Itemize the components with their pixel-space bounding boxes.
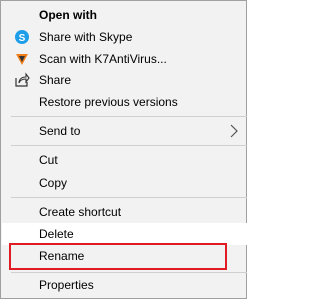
menu-item-cut[interactable]: Cut [2,149,247,171]
menu-separator [11,197,247,198]
context-menu: Open with S Share with Skype Scan with K… [0,0,247,299]
menu-item-create-shortcut[interactable]: Create shortcut [2,201,247,223]
menu-item-properties[interactable]: Properties [2,274,247,296]
menu-item-label: Share [39,73,72,87]
menu-item-label: Scan with K7AntiVirus... [39,52,167,66]
share-icon [14,72,30,88]
menu-item-restore-previous-versions[interactable]: Restore previous versions [2,91,247,113]
k7-antivirus-icon [14,51,30,67]
menu-item-delete[interactable]: Delete [2,223,247,245]
menu-item-label: Open with [39,8,97,22]
skype-icon: S [14,29,30,45]
svg-text:S: S [19,33,26,44]
menu-separator [11,116,247,117]
menu-item-share-with-skype[interactable]: S Share with Skype [2,26,247,48]
menu-separator [11,272,247,273]
menu-item-label: Delete [39,227,74,241]
menu-item-label: Share with Skype [39,30,133,44]
menu-item-label: Properties [39,278,94,292]
menu-separator [11,145,247,146]
menu-item-send-to[interactable]: Send to [2,120,247,142]
chevron-right-icon [229,124,239,138]
menu-item-share[interactable]: Share [2,69,247,91]
menu-item-label: Copy [39,176,68,190]
menu-item-scan-k7[interactable]: Scan with K7AntiVirus... [2,48,247,70]
menu-item-label: Create shortcut [39,205,122,219]
menu-item-copy[interactable]: Copy [2,172,247,194]
menu-item-label: Restore previous versions [39,95,178,109]
rename-highlight-annotation [9,243,227,270]
menu-item-open-with[interactable]: Open with [2,4,247,26]
menu-item-label: Send to [39,124,81,138]
menu-item-label: Cut [39,153,58,167]
